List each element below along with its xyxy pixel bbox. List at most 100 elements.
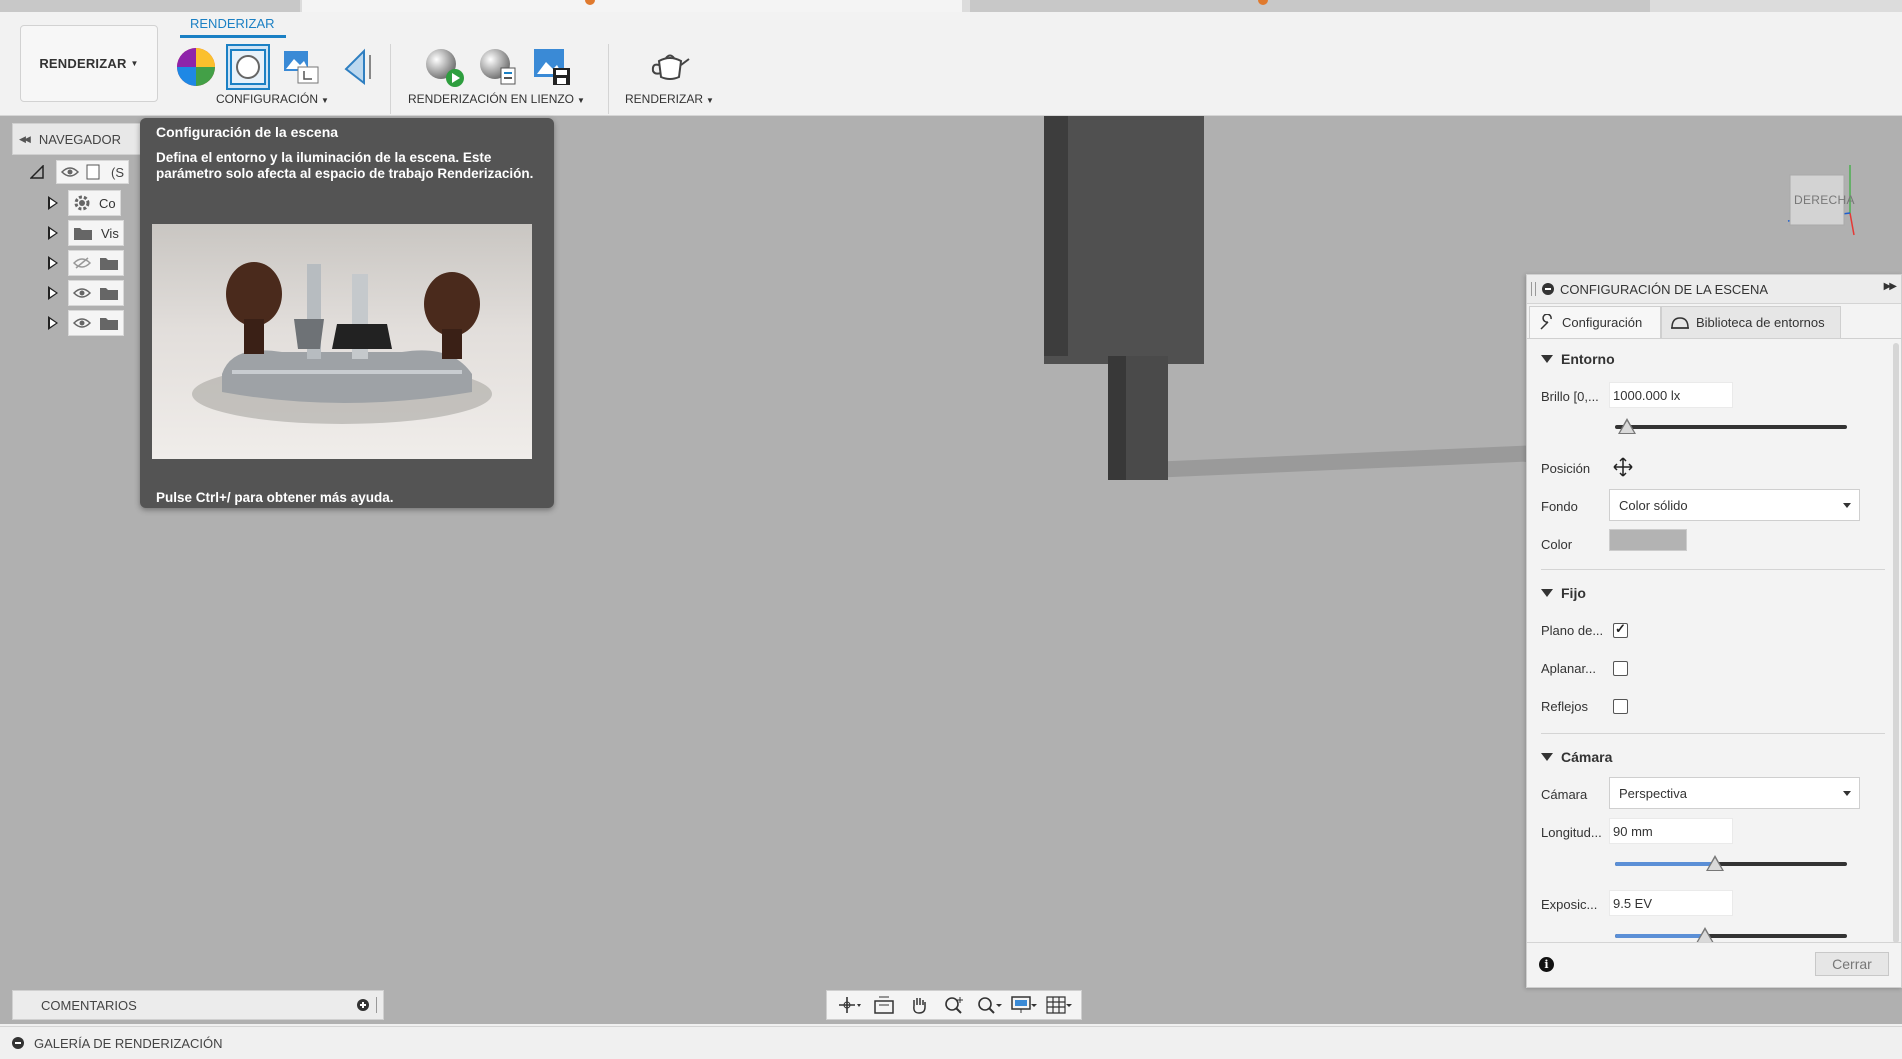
tooltip-description: Defina el entorno y la iluminación de la… [156, 150, 534, 181]
workspace-switcher-button[interactable]: RENDERIZAR ▼ [20, 25, 158, 102]
exposicion-label: Exposic... [1541, 897, 1598, 912]
look-at-button[interactable] [871, 994, 897, 1016]
drag-handle[interactable] [376, 997, 379, 1013]
collapse-triangle-icon[interactable] [1541, 355, 1553, 363]
navigator-item[interactable] [48, 250, 124, 276]
section-entorno[interactable]: Entorno [1541, 351, 1615, 367]
viewcube-face-label[interactable]: DERECHA [1794, 193, 1855, 207]
chevron-down-icon: ▼ [706, 96, 714, 105]
view-cube[interactable]: DERECHA [1786, 163, 1856, 239]
monitor-icon [1011, 996, 1038, 1013]
in-canvas-render-settings-button[interactable] [476, 44, 520, 90]
collapse-triangle-icon[interactable] [1541, 753, 1553, 761]
renderizacion-en-lienzo-group-label: RENDERIZACIÓN EN LIENZO [408, 92, 575, 106]
info-icon[interactable]: i [1539, 957, 1554, 972]
render-gallery-bar[interactable]: GALERÍA DE RENDERIZACIÓN [0, 1026, 1902, 1059]
chevron-down-icon: ▼ [130, 59, 139, 68]
orbit-button[interactable] [836, 994, 862, 1016]
start-in-canvas-render-button[interactable] [422, 44, 466, 90]
section-entorno-title: Entorno [1561, 351, 1615, 367]
reflejos-label: Reflejos [1541, 699, 1588, 714]
grid-settings-button[interactable] [1046, 994, 1073, 1016]
tab-configuracion[interactable]: Configuración [1529, 306, 1661, 338]
collapse-triangle-icon[interactable] [1541, 589, 1553, 597]
texture-map-button[interactable] [280, 44, 324, 90]
comments-panel[interactable]: COMENTARIOS [12, 990, 384, 1020]
document-tab-active[interactable] [302, 0, 962, 12]
navigator-item[interactable] [48, 310, 124, 336]
fit-zoom-window-button[interactable] [976, 994, 1003, 1016]
document-tab-strip [0, 0, 1902, 12]
navigator-title: NAVEGADOR [38, 131, 121, 147]
renderizar-group-menu[interactable]: RENDERIZAR ▼ [625, 92, 714, 106]
aplanar-checkbox[interactable] [1613, 661, 1628, 676]
expand-panel-icon[interactable]: ▶▶ [1884, 281, 1897, 292]
longitud-focal-input[interactable]: 90 mm [1609, 818, 1733, 844]
display-settings-button[interactable] [1011, 994, 1038, 1016]
decal-button[interactable] [334, 44, 378, 90]
configuracion-group-menu[interactable]: CONFIGURACIÓN ▼ [216, 92, 329, 106]
navigator-item[interactable]: Co [48, 190, 121, 216]
collapse-gallery-icon[interactable] [12, 1037, 24, 1049]
add-comment-icon[interactable] [357, 999, 369, 1011]
drag-handle[interactable] [1531, 282, 1536, 296]
brillo-slider[interactable] [1615, 418, 1847, 434]
plano-de-suelo-checkbox[interactable] [1613, 621, 1628, 638]
tab-biblioteca-de-entornos[interactable]: Biblioteca de entornos [1661, 306, 1841, 338]
model-body[interactable] [1044, 116, 1204, 364]
render-settings-icon [480, 49, 516, 85]
renderizar-group-label: RENDERIZAR [625, 92, 704, 106]
background-color-swatch[interactable] [1609, 529, 1687, 551]
section-camara[interactable]: Cámara [1541, 749, 1612, 765]
slider-thumb[interactable] [1696, 927, 1715, 943]
navigator-item[interactable] [48, 280, 124, 306]
longitud-focal-label: Longitud... [1541, 825, 1602, 840]
model-stem-side [1108, 356, 1126, 480]
section-divider [1541, 569, 1885, 570]
panel-header[interactable]: CONFIGURACIÓN DE LA ESCENA ▶▶ [1527, 275, 1901, 304]
longitud-focal-slider[interactable] [1615, 855, 1847, 871]
appearance-button[interactable] [174, 44, 218, 90]
expand-icon[interactable] [48, 316, 58, 330]
navigator-item-label: Vis [101, 225, 119, 241]
navigator-header[interactable]: ◀◀ NAVEGADOR [12, 123, 142, 155]
panel-scrollbar[interactable] [1893, 343, 1899, 943]
zoom-button[interactable] [941, 994, 967, 1016]
document-tab[interactable] [0, 0, 300, 12]
section-fijo[interactable]: Fijo [1541, 585, 1586, 601]
brillo-input[interactable]: 1000.000 lx [1609, 382, 1733, 408]
exposicion-slider[interactable] [1615, 927, 1847, 943]
document-tab[interactable] [970, 0, 1650, 12]
tab-renderizar[interactable]: RENDERIZAR [190, 16, 275, 31]
folder-icon [74, 228, 92, 240]
slider-thumb[interactable] [1705, 855, 1724, 871]
plano-de-suelo-label: Plano de... [1541, 623, 1604, 638]
render-button[interactable] [648, 44, 692, 90]
ribbon-divider [608, 44, 609, 114]
close-button[interactable]: Cerrar [1815, 952, 1889, 976]
expand-icon[interactable] [48, 256, 58, 270]
slider-thumb[interactable] [1617, 418, 1636, 434]
renderizacion-en-lienzo-group-menu[interactable]: RENDERIZACIÓN EN LIENZO ▼ [408, 92, 585, 106]
collapse-left-icon[interactable]: ◀◀ [19, 134, 31, 145]
fondo-select[interactable]: Color sólido [1609, 489, 1860, 521]
look-at-icon [873, 996, 894, 1014]
move-icon[interactable] [1613, 457, 1633, 480]
pan-button[interactable] [906, 994, 932, 1016]
expand-icon[interactable] [48, 286, 58, 300]
collapse-panel-icon[interactable] [1542, 283, 1554, 295]
tab-biblioteca-label: Biblioteca de entornos [1696, 315, 1825, 330]
capture-image-icon [534, 49, 570, 85]
exposicion-input[interactable]: 9.5 EV [1609, 890, 1733, 916]
capture-image-button[interactable] [530, 44, 574, 90]
scene-settings-button[interactable] [226, 44, 270, 90]
reflejos-checkbox[interactable] [1613, 699, 1628, 714]
navigator-item[interactable]: Vis [48, 220, 124, 246]
section-fijo-title: Fijo [1561, 585, 1586, 601]
expand-icon[interactable] [48, 196, 58, 210]
configuracion-group-label: CONFIGURACIÓN [216, 92, 318, 106]
navigator-root-row[interactable]: (S [30, 160, 129, 184]
camara-select[interactable]: Perspectiva [1609, 777, 1860, 809]
environment-dome-icon [1671, 316, 1689, 329]
expand-icon[interactable] [48, 226, 58, 240]
